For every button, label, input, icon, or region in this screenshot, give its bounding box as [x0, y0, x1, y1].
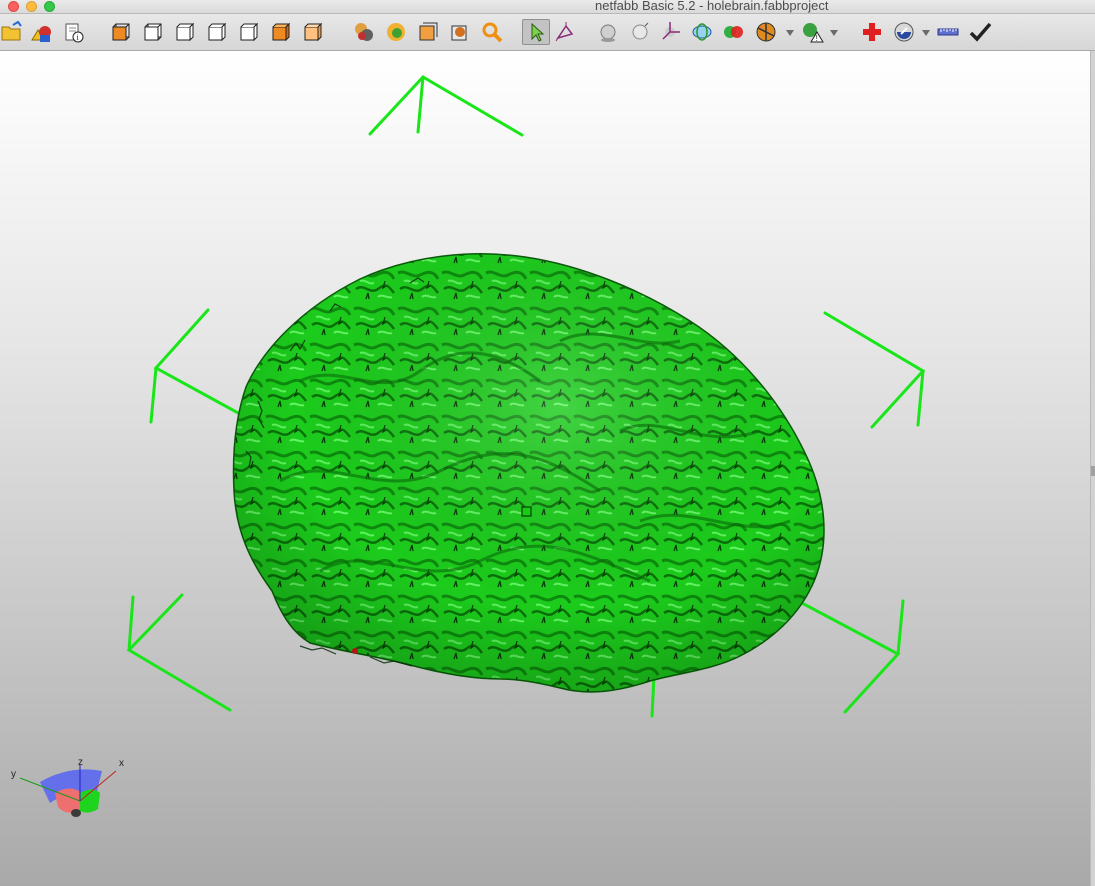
select-plane-icon — [555, 22, 574, 42]
wireframe-view-icon — [419, 22, 438, 41]
view-perspective-button[interactable] — [302, 20, 326, 44]
shaded-view-icon — [355, 23, 373, 41]
dropdown-caret-icon[interactable] — [922, 30, 930, 36]
measure-view-icon — [451, 25, 467, 41]
view-top-icon — [240, 22, 259, 42]
apply-check-button[interactable] — [968, 20, 992, 44]
view-left-button[interactable] — [174, 20, 198, 44]
open-icon — [1, 20, 22, 41]
rotate-button[interactable] — [690, 20, 714, 44]
toolbar: i! — [0, 14, 1095, 51]
analysis-icon: ! — [803, 23, 824, 43]
shaded-view-button[interactable] — [352, 20, 376, 44]
svg-text:!: ! — [816, 34, 818, 43]
zoom-icon — [482, 22, 503, 43]
boolean-button[interactable] — [722, 20, 746, 44]
extras-button[interactable] — [892, 20, 916, 44]
extras-icon — [894, 22, 914, 42]
view-back-icon — [144, 23, 162, 41]
wireframe-view-button[interactable] — [416, 20, 440, 44]
view-front-button[interactable] — [110, 20, 134, 44]
sphere-light-button[interactable] — [628, 20, 652, 44]
axis-label-x: x — [119, 758, 124, 769]
select-pointer-button[interactable] — [522, 19, 550, 45]
apply-check-icon — [969, 22, 992, 42]
zoom-button[interactable] — [480, 20, 504, 44]
view-left-icon — [176, 22, 195, 42]
solid-view-icon — [387, 23, 405, 41]
minimize-window-icon[interactable] — [26, 1, 37, 12]
view-back-button[interactable] — [142, 20, 166, 44]
select-pointer-icon — [531, 22, 545, 42]
dropdown-caret-icon[interactable] — [786, 30, 794, 36]
sphere-icon — [600, 24, 616, 42]
model-center-marker[interactable] — [521, 506, 532, 517]
brain-mesh-model[interactable] — [232, 253, 825, 693]
add-part-button[interactable] — [30, 20, 54, 44]
add-part-icon — [31, 26, 51, 42]
3d-viewport[interactable]: y z x — [0, 51, 1090, 886]
ruler-icon — [937, 28, 959, 36]
cut-icon — [756, 22, 776, 42]
view-top-button[interactable] — [238, 20, 262, 44]
axis-label-z: z — [78, 757, 83, 768]
maximize-window-icon[interactable] — [44, 1, 55, 12]
measure-view-button[interactable] — [448, 20, 472, 44]
analysis-button[interactable]: ! — [800, 20, 824, 44]
axis-move-button[interactable] — [658, 20, 682, 44]
view-right-button[interactable] — [206, 20, 230, 44]
scrollbar-grip[interactable] — [1091, 466, 1095, 476]
cut-button[interactable] — [754, 20, 778, 44]
view-perspective-icon — [304, 22, 323, 42]
window-title: netfabb Basic 5.2 - holebrain.fabbprojec… — [595, 0, 829, 13]
view-right-icon — [208, 22, 227, 42]
rotate-icon — [692, 23, 712, 41]
boolean-icon — [724, 26, 743, 38]
axis-move-icon — [662, 22, 680, 40]
part-info-button[interactable]: i — [62, 20, 86, 44]
axis-orientation-gizmo[interactable]: y z x — [11, 757, 124, 817]
dropdown-caret-icon[interactable] — [830, 30, 838, 36]
view-bottom-button[interactable] — [270, 20, 294, 44]
repair-icon — [863, 23, 881, 41]
select-plane-button[interactable] — [554, 20, 578, 44]
open-button[interactable] — [0, 20, 24, 44]
title-bar: netfabb Basic 5.2 - holebrain.fabbprojec… — [0, 0, 1095, 14]
sphere-light-icon — [632, 22, 649, 40]
axis-label-y: y — [11, 769, 16, 780]
ruler-button[interactable] — [936, 20, 960, 44]
repair-button[interactable] — [860, 20, 884, 44]
vertical-scrollbar[interactable] — [1090, 51, 1095, 886]
view-front-icon — [112, 23, 130, 41]
defect-marker — [352, 648, 358, 654]
app-window: netfabb Basic 5.2 - holebrain.fabbprojec… — [0, 0, 1095, 886]
close-window-icon[interactable] — [8, 1, 19, 12]
scene-canvas[interactable]: y z x — [0, 51, 1090, 886]
view-bottom-icon — [272, 22, 291, 42]
solid-view-button[interactable] — [384, 20, 408, 44]
sphere-button[interactable] — [596, 20, 620, 44]
part-info-icon: i — [65, 23, 84, 43]
